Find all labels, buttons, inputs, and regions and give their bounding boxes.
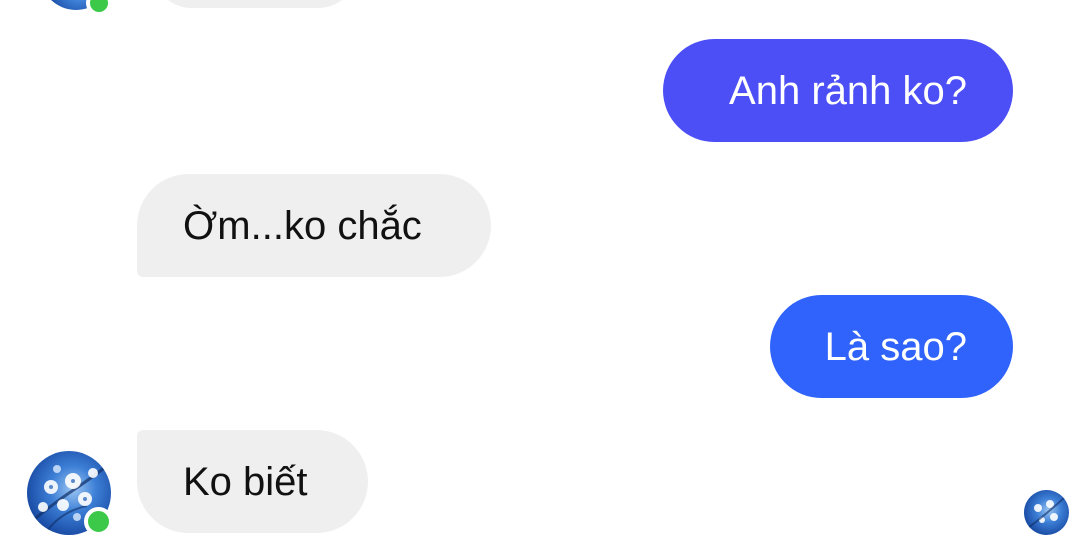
message-bubble-incoming[interactable]: Ờm...ko chắc xyxy=(137,174,491,277)
message-bubble-incoming[interactable]: Ko biết xyxy=(137,430,368,533)
message-text: Ko biết xyxy=(183,459,308,504)
message-bubble-outgoing[interactable]: Anh rảnh ko? xyxy=(663,39,1013,142)
message-bubble-outgoing[interactable]: Là sao? xyxy=(770,295,1013,398)
message-text: Ờm...ko chắc xyxy=(183,203,422,248)
message-text: Là sao? xyxy=(824,324,967,369)
message-bubble-incoming[interactable] xyxy=(152,0,358,8)
seen-avatar-icon xyxy=(1024,490,1069,535)
online-status-dot xyxy=(84,507,113,536)
message-text: Anh rảnh ko? xyxy=(729,68,967,113)
online-status-dot xyxy=(86,0,112,16)
message-thread: Anh rảnh ko? Ờm...ko chắc Là sao? Ko biế… xyxy=(0,0,1080,548)
